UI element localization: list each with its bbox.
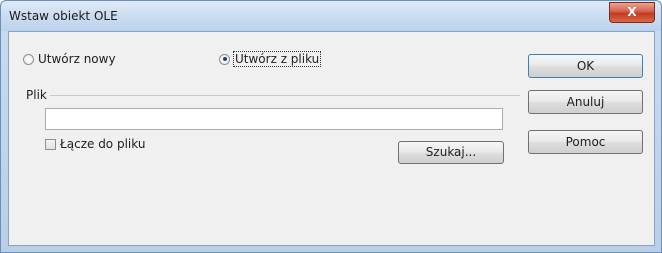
radio-selected-icon [219, 53, 230, 65]
checkbox-icon [45, 138, 56, 150]
file-group-label: Plik [26, 88, 47, 102]
close-icon: X [627, 5, 637, 19]
radio-create-new[interactable]: Utwórz nowy [23, 52, 116, 66]
dialog-body: Utwórz nowy Utwórz z pliku Plik Łącze do… [8, 31, 655, 246]
title-bar[interactable]: Wstaw obiekt OLE X [1, 1, 661, 31]
browse-button[interactable]: Szukaj... [398, 141, 504, 164]
help-button-label: Pomoc [565, 135, 606, 149]
radio-create-from-file[interactable]: Utwórz z pliku [219, 51, 322, 67]
help-button[interactable]: Pomoc [528, 130, 643, 154]
dialog-window: Wstaw obiekt OLE X Utwórz nowy Utwórz z … [0, 0, 662, 253]
radio-create-new-label: Utwórz nowy [38, 52, 116, 66]
link-to-file-label: Łącze do pliku [60, 137, 146, 151]
radio-create-from-file-label: Utwórz z pliku [232, 51, 322, 67]
cancel-button[interactable]: Anuluj [528, 90, 643, 114]
radio-icon [23, 53, 34, 65]
file-path-input[interactable] [45, 108, 503, 130]
close-button[interactable]: X [609, 2, 655, 23]
link-to-file-checkbox[interactable]: Łącze do pliku [45, 137, 145, 151]
cancel-button-label: Anuluj [566, 95, 605, 109]
group-divider [50, 95, 520, 96]
window-title: Wstaw obiekt OLE [9, 9, 118, 23]
ok-button-label: OK [576, 59, 595, 73]
browse-button-label: Szukaj... [425, 145, 477, 159]
ok-button[interactable]: OK [528, 54, 643, 78]
